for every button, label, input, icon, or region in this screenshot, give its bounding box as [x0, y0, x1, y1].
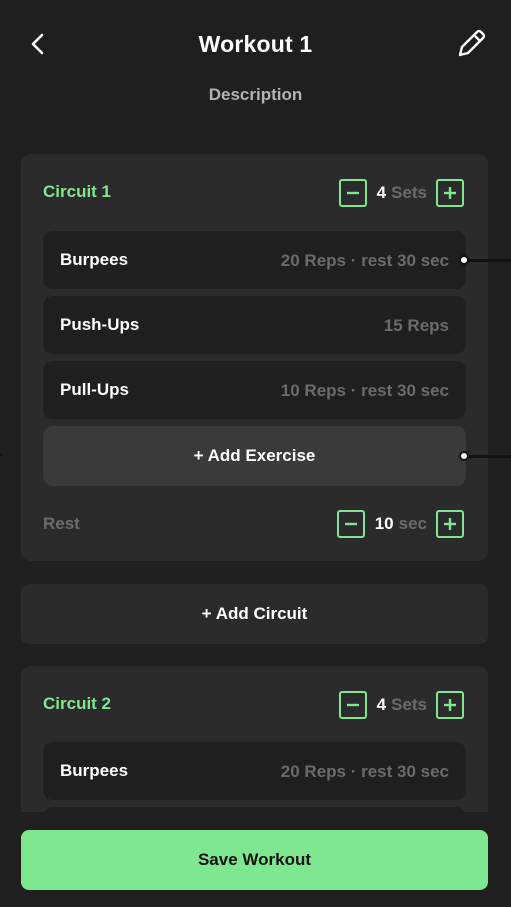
header: Workout 1 Description: [0, 0, 511, 120]
decrease-sets-button[interactable]: [338, 179, 367, 207]
minus-icon: [346, 191, 359, 195]
rest-label: Rest: [43, 514, 80, 533]
exercise-detail: 20 Reps · rest 30 sec: [280, 251, 449, 270]
increase-sets-button[interactable]: [436, 691, 464, 719]
plus-icon: [444, 187, 456, 199]
sets-stepper: 4 Sets: [338, 691, 464, 719]
exercise-name: Push-Ups: [60, 315, 140, 334]
connector-line: [466, 455, 511, 458]
rest-stepper: 10 sec: [336, 510, 464, 538]
exercise-name: Pull-Ups: [60, 380, 129, 399]
exercise-row[interactable]: Pull-Ups 10 Reps · rest 30 sec: [43, 361, 466, 419]
exercise-name: Burpees: [60, 761, 129, 780]
connector-dot: [459, 451, 469, 461]
exercise-row[interactable]: Push-Ups 15 Reps: [43, 296, 466, 354]
increase-sets-button[interactable]: [436, 179, 464, 207]
connector-line: [466, 259, 511, 262]
save-workout-button[interactable]: Save Workout: [21, 830, 488, 890]
increase-rest-button[interactable]: [436, 510, 464, 538]
rest-value: 10: [374, 514, 394, 533]
exercise-row[interactable]: Burpees 20 Reps · rest 30 sec: [43, 231, 466, 289]
connector-dot: [459, 255, 469, 265]
circuit-name[interactable]: Circuit 2: [43, 694, 111, 714]
sets-value: 4: [376, 183, 387, 202]
circuit-card: Circuit 1 4 Sets Burpees 20 Reps · rest …: [21, 154, 488, 561]
workout-editor-screen: Workout 1 Description Circuit 1 4 Sets B…: [0, 0, 511, 907]
exercise-name: Burpees: [60, 250, 129, 269]
sets-unit: Sets: [391, 183, 427, 202]
circuit-header: Circuit 1 4 Sets: [43, 179, 464, 207]
circuit-header: Circuit 2 4 Sets: [43, 691, 464, 719]
connector-line: [0, 453, 2, 456]
plus-icon: [444, 518, 456, 530]
edit-button[interactable]: [453, 26, 489, 62]
exercise-detail: 15 Reps: [383, 316, 449, 335]
page-title: Workout 1: [198, 31, 313, 57]
add-circuit-button[interactable]: + Add Circuit: [21, 584, 488, 644]
minus-icon: [344, 522, 357, 526]
minus-icon: [346, 703, 359, 707]
rest-unit: sec: [398, 514, 427, 533]
rest-row: Rest 10 sec: [43, 510, 464, 538]
sets-unit: Sets: [391, 695, 427, 714]
sets-stepper: 4 Sets: [338, 179, 464, 207]
exercise-detail: 20 Reps · rest 30 sec: [280, 762, 449, 781]
sets-value: 4: [376, 695, 387, 714]
circuit-name[interactable]: Circuit 1: [43, 182, 111, 202]
save-bar: Save Workout: [0, 812, 511, 907]
decrease-rest-button[interactable]: [336, 510, 365, 538]
pencil-icon: [458, 29, 486, 57]
plus-icon: [444, 699, 456, 711]
exercise-row[interactable]: Burpees 20 Reps · rest 30 sec: [43, 742, 466, 800]
add-exercise-button[interactable]: + Add Exercise: [43, 426, 466, 486]
workout-description[interactable]: Description: [0, 85, 511, 105]
exercise-detail: 10 Reps · rest 30 sec: [280, 381, 449, 400]
decrease-sets-button[interactable]: [338, 691, 367, 719]
